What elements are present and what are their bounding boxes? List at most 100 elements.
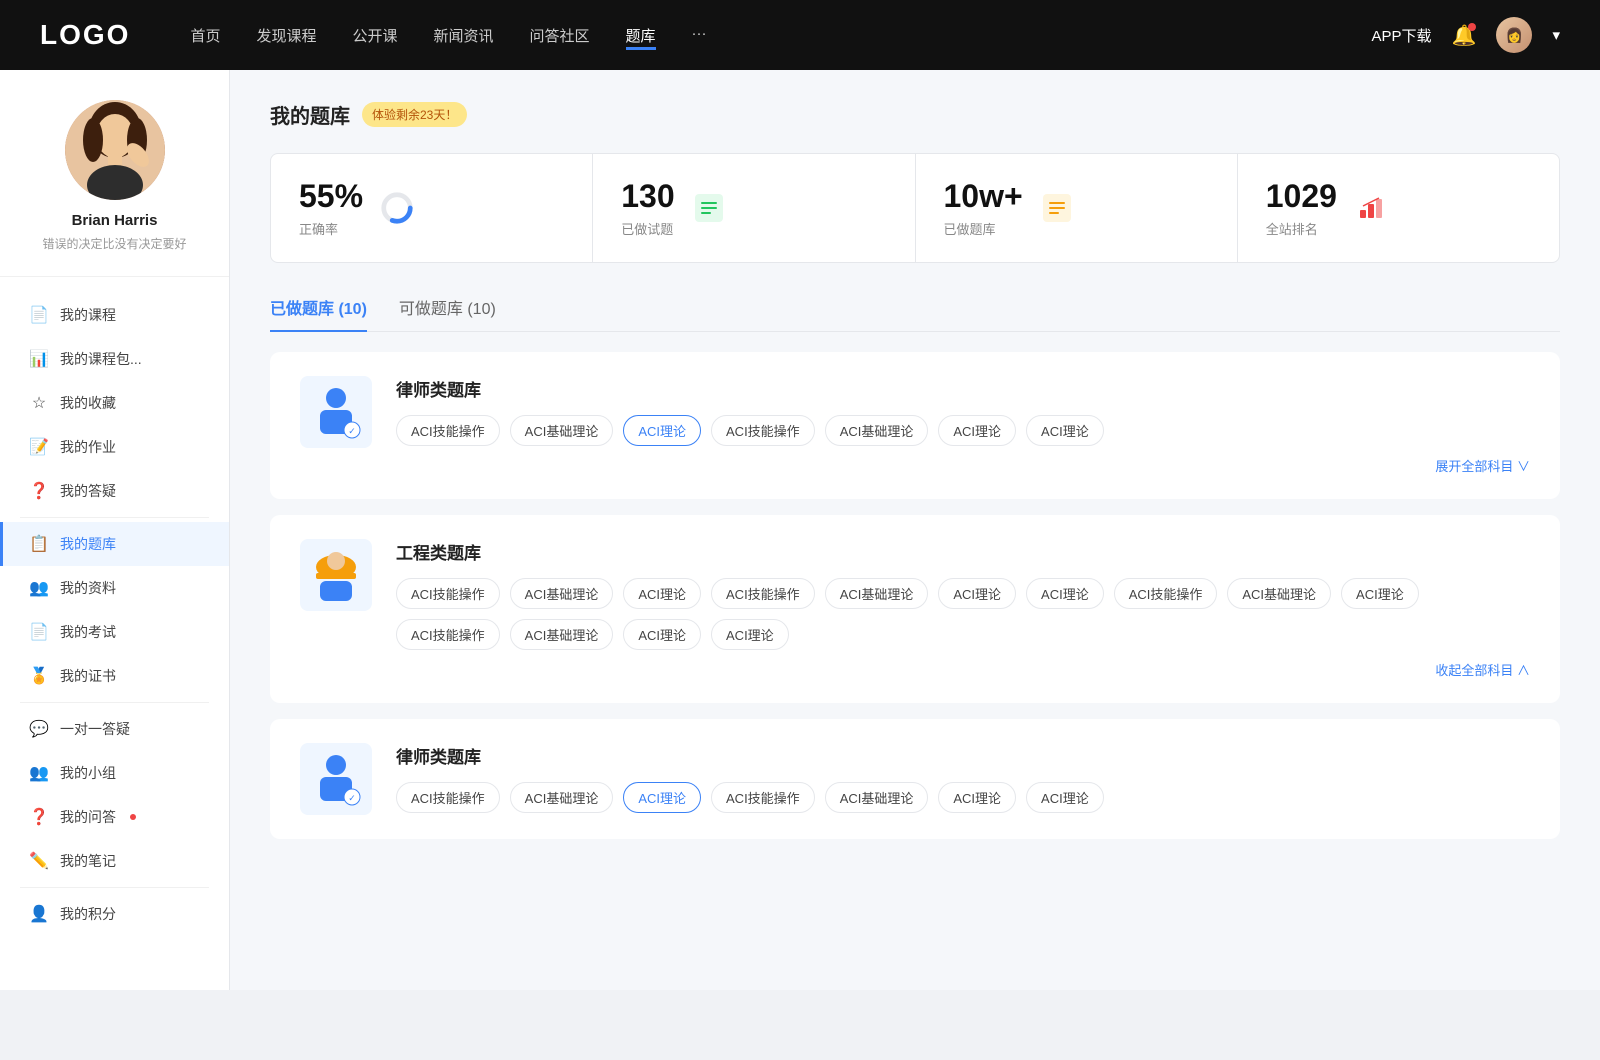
chevron-down-icon[interactable]: ▾ <box>1552 26 1560 44</box>
sidebar-item-1on1[interactable]: 💬 一对一答疑 <box>0 707 229 751</box>
sidebar-item-cert[interactable]: 🏅 我的证书 <box>0 654 229 698</box>
stat-left: 1029 全站排名 <box>1266 178 1337 238</box>
sidebar-item-label: 我的考试 <box>60 622 116 642</box>
sidebar-item-homework[interactable]: 📝 我的作业 <box>0 425 229 469</box>
notes-icon: ✏️ <box>30 852 48 870</box>
sidebar-item-label: 我的课程 <box>60 305 116 325</box>
ltag2-6[interactable]: ACI理论 <box>1026 782 1104 813</box>
profile-icon: 👥 <box>30 579 48 597</box>
sidebar-item-course[interactable]: 📄 我的课程 <box>0 293 229 337</box>
divider-2 <box>20 702 209 703</box>
sidebar-item-label: 我的答疑 <box>60 481 116 501</box>
etag-12[interactable]: ACI理论 <box>623 619 701 650</box>
trial-badge: 体验剩余23天！ <box>362 102 467 127</box>
page-wrapper: Brian Harris 错误的决定比没有决定要好 📄 我的课程 📊 我的课程包… <box>0 70 1600 990</box>
sidebar-item-label: 一对一答疑 <box>60 719 130 739</box>
nav-home[interactable]: 首页 <box>190 21 220 50</box>
etag-3[interactable]: ACI技能操作 <box>711 578 815 609</box>
nav-open-course[interactable]: 公开课 <box>352 21 397 50</box>
tag-4[interactable]: ACI基础理论 <box>825 415 929 446</box>
tag-6[interactable]: ACI理论 <box>1026 415 1104 446</box>
sidebar-item-questions[interactable]: ❓ 我的问答 <box>0 795 229 839</box>
etag-13[interactable]: ACI理论 <box>711 619 789 650</box>
svg-text:✓: ✓ <box>348 426 356 436</box>
stat-value: 10w+ <box>944 178 1023 215</box>
stat-rank: 1029 全站排名 <box>1238 154 1559 262</box>
bar-chart-red-icon <box>1353 190 1389 226</box>
question-icon: ❓ <box>30 808 48 826</box>
stat-value: 55% <box>299 178 363 215</box>
list-yellow-svg <box>1041 192 1073 224</box>
tag-5[interactable]: ACI理论 <box>938 415 1016 446</box>
etag-6[interactable]: ACI理论 <box>1026 578 1104 609</box>
bank-card-lawyer-1: ✓ 律师类题库 ACI技能操作 ACI基础理论 ACI理论 ACI技能操作 AC… <box>270 352 1560 499</box>
main-content: 我的题库 体验剩余23天！ 55% 正确率 <box>230 70 1600 990</box>
etag-9[interactable]: ACI理论 <box>1341 578 1419 609</box>
expand-link-2[interactable]: 收起全部科目 ∧ <box>396 660 1530 679</box>
sidebar-item-favorites[interactable]: ☆ 我的收藏 <box>0 381 229 425</box>
app-download-button[interactable]: APP下载 <box>1372 25 1432 46</box>
sidebar-item-bank[interactable]: 📋 我的题库 <box>0 522 229 566</box>
ltag2-3[interactable]: ACI技能操作 <box>711 782 815 813</box>
tag-2[interactable]: ACI理论 <box>623 415 701 446</box>
sidebar-item-notes[interactable]: ✏️ 我的笔记 <box>0 839 229 883</box>
notification-dot <box>1468 23 1476 31</box>
tabs-row: 已做题库 (10) 可做题库 (10) <box>270 287 1560 332</box>
sidebar-item-profile[interactable]: 👥 我的资料 <box>0 566 229 610</box>
stat-label: 已做题库 <box>944 219 1023 238</box>
tab-available[interactable]: 可做题库 (10) <box>399 287 496 331</box>
bank-tags-3: ACI技能操作 ACI基础理论 ACI理论 ACI技能操作 ACI基础理论 AC… <box>396 782 1530 813</box>
etag-4[interactable]: ACI基础理论 <box>825 578 929 609</box>
group-icon: 👥 <box>30 764 48 782</box>
engineer-icon <box>300 539 372 611</box>
ltag2-0[interactable]: ACI技能操作 <box>396 782 500 813</box>
etag-2[interactable]: ACI理论 <box>623 578 701 609</box>
sidebar-profile: Brian Harris 错误的决定比没有决定要好 <box>0 100 229 277</box>
stat-accuracy: 55% 正确率 <box>271 154 592 262</box>
ltag2-5[interactable]: ACI理论 <box>938 782 1016 813</box>
etag-8[interactable]: ACI基础理论 <box>1227 578 1331 609</box>
etag-7[interactable]: ACI技能操作 <box>1114 578 1218 609</box>
nav-discover[interactable]: 发现课程 <box>256 21 316 50</box>
points-icon: 👤 <box>30 905 48 923</box>
tag-3[interactable]: ACI技能操作 <box>711 415 815 446</box>
favorites-icon: ☆ <box>30 394 48 412</box>
ltag2-1[interactable]: ACI基础理论 <box>510 782 614 813</box>
stat-left: 55% 正确率 <box>299 178 363 238</box>
exam-icon: 📄 <box>30 623 48 641</box>
nav-right: APP下载 🔔 👩 ▾ <box>1372 17 1560 53</box>
bank-icon: 📋 <box>30 535 48 553</box>
tab-done[interactable]: 已做题库 (10) <box>270 287 367 331</box>
tag-1[interactable]: ACI基础理论 <box>510 415 614 446</box>
nav-more[interactable]: ··· <box>692 21 707 50</box>
stat-value: 130 <box>621 178 674 215</box>
divider-3 <box>20 887 209 888</box>
stat-left: 130 已做试题 <box>621 178 674 238</box>
ltag2-2[interactable]: ACI理论 <box>623 782 701 813</box>
sidebar-item-exam[interactable]: 📄 我的考试 <box>0 610 229 654</box>
sidebar-item-qa[interactable]: ❓ 我的答疑 <box>0 469 229 513</box>
bank-body-1: 律师类题库 ACI技能操作 ACI基础理论 ACI理论 ACI技能操作 ACI基… <box>396 376 1530 475</box>
etag-10[interactable]: ACI技能操作 <box>396 619 500 650</box>
tag-0[interactable]: ACI技能操作 <box>396 415 500 446</box>
page-header: 我的题库 体验剩余23天！ <box>270 100 1560 129</box>
bank-title: 工程类题库 <box>396 539 1530 564</box>
sidebar-item-points[interactable]: 👤 我的积分 <box>0 892 229 936</box>
etag-0[interactable]: ACI技能操作 <box>396 578 500 609</box>
expand-link-1[interactable]: 展开全部科目 ∨ <box>396 456 1530 475</box>
bank-title-3: 律师类题库 <box>396 743 1530 768</box>
nav-bank[interactable]: 题库 <box>626 21 656 50</box>
course-pack-icon: 📊 <box>30 350 48 368</box>
stat-label: 已做试题 <box>621 219 674 238</box>
etag-5[interactable]: ACI理论 <box>938 578 1016 609</box>
sidebar-item-course-pack[interactable]: 📊 我的课程包... <box>0 337 229 381</box>
list-green-svg <box>693 192 725 224</box>
avatar[interactable]: 👩 <box>1496 17 1532 53</box>
etag-1[interactable]: ACI基础理论 <box>510 578 614 609</box>
nav-qa[interactable]: 问答社区 <box>530 21 590 50</box>
etag-11[interactable]: ACI基础理论 <box>510 619 614 650</box>
ltag2-4[interactable]: ACI基础理论 <box>825 782 929 813</box>
notification-bell-icon[interactable]: 🔔 <box>1452 23 1477 48</box>
sidebar-item-group[interactable]: 👥 我的小组 <box>0 751 229 795</box>
nav-news[interactable]: 新闻资讯 <box>434 21 494 50</box>
